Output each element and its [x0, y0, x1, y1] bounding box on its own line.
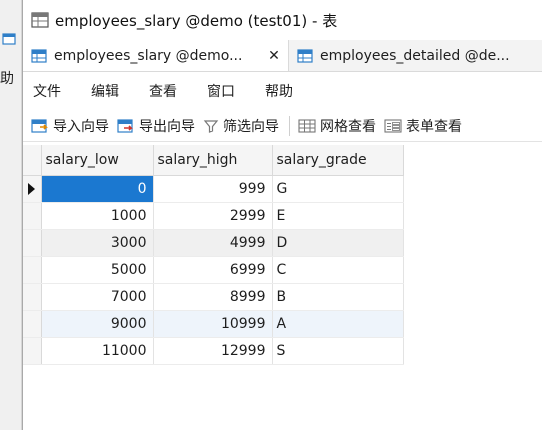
cell-salary-grade[interactable]: S	[272, 337, 404, 365]
row-selector[interactable]	[23, 283, 42, 311]
data-grid: salary_low salary_high salary_grade 0 99…	[23, 145, 542, 430]
tab-bar: employees_slary @demo... ✕ employees_det…	[23, 40, 542, 72]
filter-wizard-button[interactable]: 筛选向导	[203, 116, 279, 136]
cell-salary-high[interactable]: 10999	[153, 310, 273, 338]
table-icon	[31, 48, 47, 63]
tab-employees-slary[interactable]: employees_slary @demo... ✕	[23, 40, 289, 71]
menu-help[interactable]: 帮助	[265, 81, 311, 101]
row-selector[interactable]	[23, 310, 42, 338]
form-view-label: 表单查看	[406, 118, 462, 135]
cell-salary-high[interactable]: 999	[153, 175, 273, 203]
cell-salary-high[interactable]: 2999	[153, 202, 273, 230]
form-view-button[interactable]: 表单查看	[384, 116, 462, 136]
menu-file[interactable]: 文件	[33, 81, 79, 101]
column-header-salary-high[interactable]: salary_high	[153, 145, 273, 176]
header-row: salary_low salary_high salary_grade	[23, 145, 404, 176]
column-header-salary-grade[interactable]: salary_grade	[272, 145, 404, 176]
cell-salary-grade[interactable]: G	[272, 175, 404, 203]
menu-bar: 文件 编辑 查看 窗口 帮助	[23, 72, 542, 110]
filter-icon	[203, 119, 219, 133]
toolbar: 导入向导 导出向导 筛选向导 网格查看 表单查看	[23, 110, 542, 142]
tab-employees-detailed[interactable]: employees_detailed @de...	[289, 40, 542, 71]
cell-salary-low[interactable]: 3000	[41, 229, 154, 257]
grid-view-label: 网格查看	[320, 118, 376, 135]
cell-salary-low[interactable]: 5000	[41, 256, 154, 284]
import-wizard-label: 导入向导	[53, 118, 109, 135]
menu-edit[interactable]: 编辑	[91, 81, 137, 101]
import-wizard-button[interactable]: 导入向导	[31, 116, 109, 136]
row-selector[interactable]	[23, 256, 42, 284]
export-wizard-button[interactable]: 导出向导	[117, 116, 195, 136]
form-icon	[384, 118, 402, 133]
column-header-salary-low[interactable]: salary_low	[41, 145, 154, 176]
toolbar-divider	[289, 115, 290, 136]
title-bar[interactable]: employees_slary @demo (test01) - 表	[23, 0, 542, 40]
cell-salary-grade[interactable]: D	[272, 229, 404, 257]
cell-salary-high[interactable]: 12999	[153, 337, 273, 365]
cell-salary-low[interactable]: 0	[41, 175, 154, 203]
cell-salary-grade[interactable]: E	[272, 202, 404, 230]
menu-view[interactable]: 查看	[149, 81, 195, 101]
cell-salary-high[interactable]: 4999	[153, 229, 273, 257]
cell-salary-grade[interactable]: C	[272, 256, 404, 284]
cell-salary-high[interactable]: 6999	[153, 256, 273, 284]
cell-salary-low[interactable]: 11000	[41, 337, 154, 365]
cell-salary-grade[interactable]: A	[272, 310, 404, 338]
row-selector[interactable]	[23, 175, 42, 203]
current-row-arrow-icon	[28, 182, 36, 195]
close-icon[interactable]: ✕	[266, 48, 282, 64]
menu-window[interactable]: 窗口	[207, 81, 253, 101]
table-row[interactable]: 5000 6999 C	[23, 256, 404, 284]
background-window: 助	[0, 0, 22, 430]
table-row[interactable]: 7000 8999 B	[23, 283, 404, 311]
corner-cell	[23, 145, 42, 176]
cell-salary-low[interactable]: 1000	[41, 202, 154, 230]
cell-salary-low[interactable]: 7000	[41, 283, 154, 311]
table-row[interactable]: 3000 4999 D	[23, 229, 404, 257]
grid-icon	[298, 118, 316, 133]
import-icon	[31, 118, 48, 133]
cell-salary-low[interactable]: 9000	[41, 310, 154, 338]
filter-wizard-label: 筛选向导	[223, 118, 279, 135]
background-window-text: 助	[0, 71, 14, 87]
table-icon	[31, 12, 49, 28]
cell-salary-high[interactable]: 8999	[153, 283, 273, 311]
table-row[interactable]: 1000 2999 E	[23, 202, 404, 230]
row-selector[interactable]	[23, 202, 42, 230]
export-icon	[117, 118, 133, 133]
table-icon	[2, 33, 16, 45]
table-row[interactable]: 11000 12999 S	[23, 337, 404, 365]
table-window: employees_slary @demo (test01) - 表 emplo…	[22, 0, 542, 430]
row-selector[interactable]	[23, 337, 42, 365]
table-icon	[297, 48, 313, 63]
table-row[interactable]: 0 999 G	[23, 175, 404, 203]
window-title: employees_slary @demo (test01) - 表	[55, 11, 338, 30]
export-wizard-label: 导出向导	[139, 118, 195, 135]
grid-view-button[interactable]: 网格查看	[298, 116, 376, 136]
cell-salary-grade[interactable]: B	[272, 283, 404, 311]
salary-table: salary_low salary_high salary_grade 0 99…	[23, 145, 404, 365]
row-selector[interactable]	[23, 229, 42, 257]
table-row[interactable]: 9000 10999 A	[23, 310, 404, 338]
tab-label: employees_detailed @de...	[320, 47, 510, 64]
tab-label: employees_slary @demo...	[54, 47, 243, 64]
